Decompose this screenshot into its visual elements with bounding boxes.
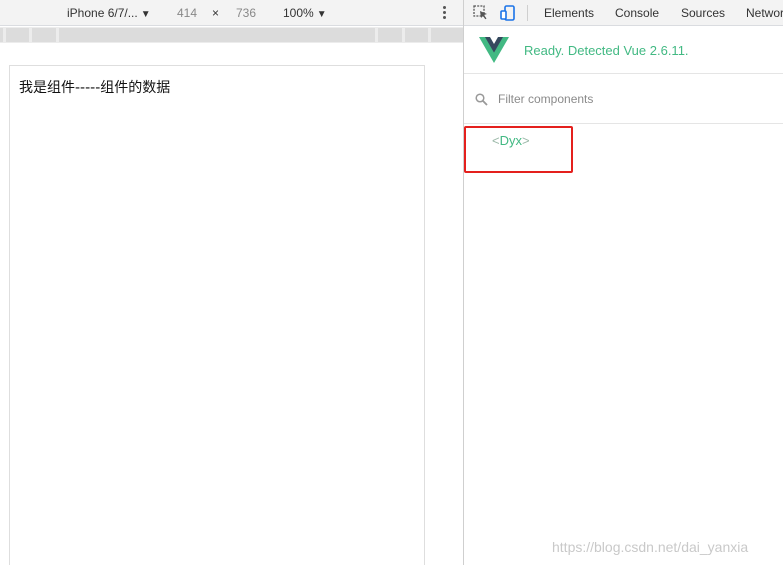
filter-bar xyxy=(464,75,783,124)
vue-status-text: Ready. Detected Vue 2.6.11. xyxy=(524,43,689,58)
device-viewport: 我是组件-----组件的数据 xyxy=(9,65,425,565)
dimension-separator: × xyxy=(212,6,220,20)
device-toggle-icon[interactable] xyxy=(499,4,517,22)
watermark: https://blog.csdn.net/dai_yanxia xyxy=(552,539,749,555)
width-input[interactable]: 414 xyxy=(177,6,197,20)
dropdown-arrow-icon: ▼ xyxy=(316,9,327,20)
ruler-segment[interactable] xyxy=(0,28,3,42)
more-options-icon[interactable] xyxy=(440,5,450,21)
inspect-element-icon[interactable] xyxy=(472,4,490,22)
device-emulation-area: iPhone 6/7/... ▼ 414 × 736 100% ▼ 我是组件----… xyxy=(0,0,463,565)
device-select[interactable]: iPhone 6/7/... ▼ xyxy=(67,6,151,20)
ruler-segment[interactable] xyxy=(6,28,29,42)
highlight-box xyxy=(464,126,573,173)
component-text: 我是组件-----组件的数据 xyxy=(19,80,171,96)
search-icon xyxy=(475,93,488,106)
component-tree: <Dyx> xyxy=(464,125,783,565)
ruler-segment[interactable] xyxy=(59,28,375,42)
height-input[interactable]: 736 xyxy=(236,6,256,20)
tab-sources[interactable]: Sources xyxy=(681,6,725,20)
dropdown-arrow-icon: ▼ xyxy=(140,9,151,20)
devtools-tabbar: Elements Console Sources Network xyxy=(464,0,783,26)
vue-logo-icon xyxy=(479,37,509,63)
media-query-ruler xyxy=(0,27,463,43)
device-toolbar: iPhone 6/7/... ▼ 414 × 736 100% ▼ xyxy=(0,0,463,26)
tab-console[interactable]: Console xyxy=(615,6,659,20)
ruler-segment[interactable] xyxy=(32,28,56,42)
vue-devtools-header: Ready. Detected Vue 2.6.11. xyxy=(464,27,783,74)
device-name: iPhone 6/7/... xyxy=(67,6,138,20)
zoom-select[interactable]: 100% ▼ xyxy=(283,6,327,20)
ruler-segment[interactable] xyxy=(405,28,428,42)
filter-components-input[interactable] xyxy=(498,90,768,108)
zoom-value: 100% xyxy=(283,6,314,20)
ruler-segment[interactable] xyxy=(431,28,463,42)
tab-network[interactable]: Network xyxy=(746,6,783,20)
devtools-panel: Elements Console Sources Network Ready. … xyxy=(464,0,783,565)
tab-elements[interactable]: Elements xyxy=(544,6,594,20)
tab-separator xyxy=(527,5,528,21)
ruler-segment[interactable] xyxy=(378,28,402,42)
